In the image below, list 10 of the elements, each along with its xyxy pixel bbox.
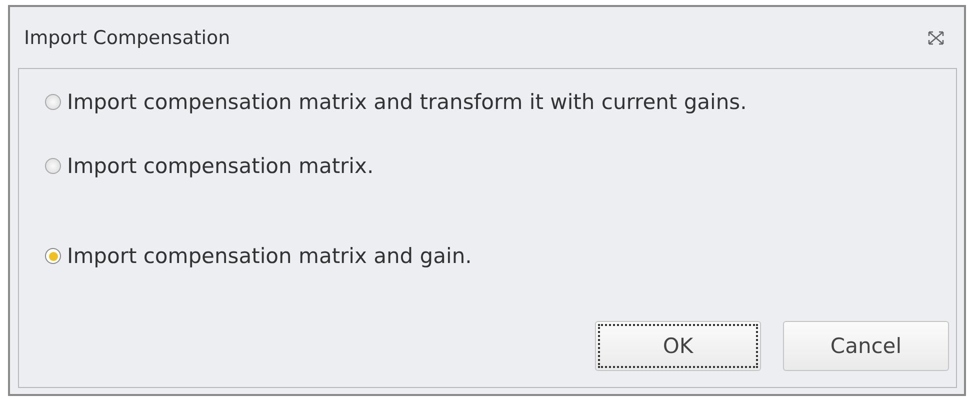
radio-button[interactable]	[45, 248, 61, 264]
window-title: Import Compensation	[24, 26, 230, 48]
radio-option[interactable]: Import compensation matrix and gain.	[45, 241, 956, 271]
radio-button[interactable]	[45, 94, 61, 110]
radio-button[interactable]	[45, 158, 61, 174]
radio-option[interactable]: Import compensation matrix.	[45, 151, 956, 181]
close-icon[interactable]	[927, 30, 945, 46]
cancel-button[interactable]: Cancel	[783, 321, 949, 371]
ok-button[interactable]: OK	[595, 321, 761, 371]
radio-option[interactable]: Import compensation matrix and transform it with current gains.	[45, 87, 956, 117]
